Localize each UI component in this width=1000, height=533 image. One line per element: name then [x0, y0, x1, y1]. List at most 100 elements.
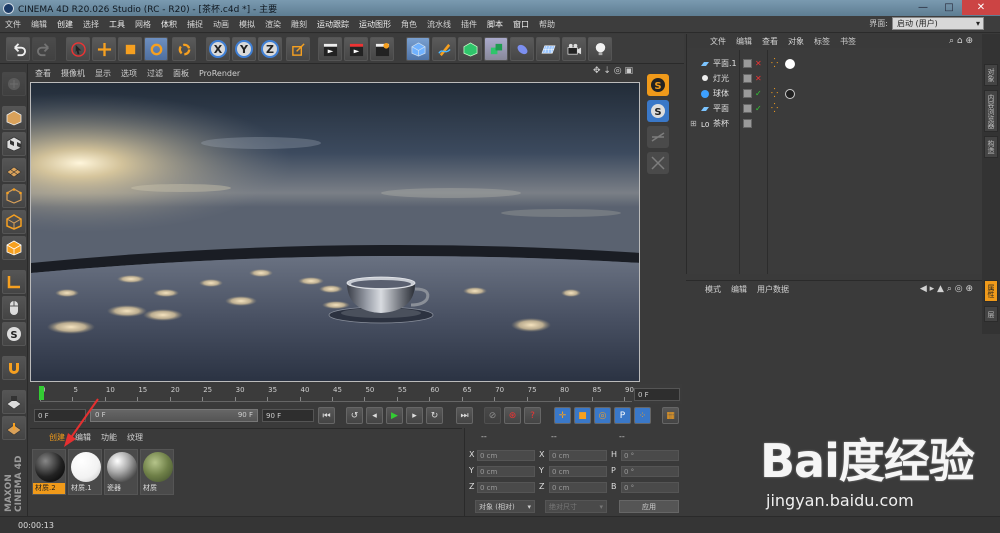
- goto-end-button[interactable]: ⏭: [456, 407, 473, 424]
- object-row-light[interactable]: 灯光 ✕: [687, 71, 983, 86]
- position-z-field[interactable]: 0 cm: [477, 482, 535, 493]
- workplane-button[interactable]: [2, 158, 26, 182]
- object-row-plane[interactable]: 平面 ✓ ⁛: [687, 101, 983, 116]
- size-x-field[interactable]: 0 cm: [549, 450, 607, 461]
- obj-menu-file[interactable]: 文件: [705, 36, 731, 47]
- object-row-sphere[interactable]: 球体 ✓ ⁛: [687, 86, 983, 101]
- expand-icon[interactable]: ⊞: [690, 119, 697, 128]
- array-button[interactable]: [484, 37, 508, 61]
- phong-tag-icon[interactable]: ⁛: [771, 59, 778, 69]
- key-pla-button[interactable]: ⁘: [634, 407, 651, 424]
- subdivision-button[interactable]: [458, 37, 482, 61]
- menu-sculpt[interactable]: 雕刻: [286, 19, 312, 30]
- side-tab-attributes[interactable]: 属性: [984, 280, 998, 302]
- snap-settings-button[interactable]: S: [647, 100, 669, 122]
- magnet-button[interactable]: [2, 356, 26, 380]
- layer-box[interactable]: [743, 74, 752, 83]
- autokey-button[interactable]: ⊛: [504, 407, 521, 424]
- position-y-field[interactable]: 0 cm: [477, 466, 535, 477]
- attr-nav-icons[interactable]: ◀ ▸ ▲ ⌕ ◎ ⊕: [915, 284, 978, 294]
- frame-range-slider[interactable]: 0 F 90 F: [90, 409, 258, 422]
- material-swatch[interactable]: 材质.2: [32, 449, 66, 495]
- view-menu-options[interactable]: 选项: [116, 68, 142, 79]
- rotation-h-field[interactable]: 0 °: [621, 450, 679, 461]
- material-tag-icon[interactable]: [785, 89, 795, 99]
- next-key-button[interactable]: ↻: [426, 407, 443, 424]
- points-mode-button[interactable]: [2, 184, 26, 208]
- rotation-p-field[interactable]: 0 °: [621, 466, 679, 477]
- coordinate-system-button[interactable]: [286, 37, 310, 61]
- material-swatch[interactable]: 材质: [140, 449, 174, 495]
- coord-mode-select[interactable]: 对象 (相对) ▾: [475, 500, 535, 513]
- keyframe-selection-button[interactable]: ?: [524, 407, 541, 424]
- obj-menu-bookmarks[interactable]: 书签: [835, 36, 861, 47]
- obj-menu-view[interactable]: 查看: [757, 36, 783, 47]
- end-frame-field[interactable]: 90 F: [262, 409, 314, 422]
- coord-size-select[interactable]: 绝对尺寸 ▾: [545, 500, 607, 513]
- render-settings-button[interactable]: [370, 37, 394, 61]
- menu-motion-tracking[interactable]: 运动跟踪: [312, 19, 354, 30]
- menu-snap[interactable]: 捕捉: [182, 19, 208, 30]
- menu-plugins[interactable]: 插件: [456, 19, 482, 30]
- close-button[interactable]: ✕: [962, 0, 1000, 15]
- z-axis-lock-button[interactable]: Z: [258, 37, 282, 61]
- menu-render[interactable]: 渲染: [260, 19, 286, 30]
- view-menu-display[interactable]: 显示: [90, 68, 116, 79]
- scale-tool-button[interactable]: [118, 37, 142, 61]
- key-scale-button[interactable]: ■: [574, 407, 591, 424]
- maximize-button[interactable]: □: [936, 0, 962, 15]
- size-z-field[interactable]: 0 cm: [549, 482, 607, 493]
- view-menu-panel[interactable]: 面板: [168, 68, 194, 79]
- record-keys-button[interactable]: ⊘: [484, 407, 501, 424]
- undo-button[interactable]: [6, 37, 30, 61]
- material-tag-icon[interactable]: [785, 59, 795, 69]
- menu-volume[interactable]: 体积: [156, 19, 182, 30]
- menu-edit[interactable]: 编辑: [26, 19, 52, 30]
- move-tool-button[interactable]: [92, 37, 116, 61]
- menu-file[interactable]: 文件: [0, 19, 26, 30]
- key-rotation-button[interactable]: ◎: [594, 407, 611, 424]
- menu-pipeline[interactable]: 流水线: [422, 19, 456, 30]
- make-editable-button[interactable]: [2, 72, 26, 96]
- menu-character[interactable]: 角色: [396, 19, 422, 30]
- edges-mode-button[interactable]: [2, 210, 26, 234]
- quantize-button[interactable]: [647, 126, 669, 148]
- x-axis-lock-button[interactable]: X: [206, 37, 230, 61]
- texture-mode-button[interactable]: [2, 132, 26, 156]
- select-tool-button[interactable]: [66, 37, 90, 61]
- layer-box[interactable]: [743, 59, 752, 68]
- visibility-on-icon[interactable]: ✓: [755, 89, 762, 98]
- phong-tag-icon[interactable]: ⁛: [771, 104, 778, 114]
- y-axis-lock-button[interactable]: Y: [232, 37, 256, 61]
- timeline[interactable]: 051015202530354045505560657075808590 0 F: [30, 384, 682, 404]
- attr-menu-edit[interactable]: 编辑: [726, 284, 752, 295]
- current-frame-field[interactable]: 0 F: [634, 388, 680, 401]
- light-button[interactable]: [588, 37, 612, 61]
- menu-select[interactable]: 选择: [78, 19, 104, 30]
- snap-button[interactable]: S: [2, 322, 26, 346]
- object-row-plane1[interactable]: 平面.1 ✕ ⁛: [687, 56, 983, 71]
- guides-button[interactable]: [647, 152, 669, 174]
- deformer-button[interactable]: [510, 37, 534, 61]
- layer-box[interactable]: [743, 119, 752, 128]
- obj-menu-edit[interactable]: 编辑: [731, 36, 757, 47]
- polygons-mode-button[interactable]: [2, 236, 26, 260]
- timeline-window-button[interactable]: ▦: [662, 407, 679, 424]
- snap-toggle-button[interactable]: S: [647, 74, 669, 96]
- minimize-button[interactable]: —: [910, 0, 936, 15]
- key-position-button[interactable]: ✛: [554, 407, 571, 424]
- material-swatch[interactable]: 瓷器: [104, 449, 138, 495]
- visibility-off-icon[interactable]: ✕: [755, 59, 762, 68]
- layout-dropdown[interactable]: 启动 (用户) ▾: [892, 17, 984, 30]
- viewport-nav-icons[interactable]: ✥ ⇣ ◎ ▣: [588, 66, 638, 76]
- phong-tag-icon[interactable]: ⁛: [771, 89, 778, 99]
- prev-frame-button[interactable]: ◂: [366, 407, 383, 424]
- timeline-ruler[interactable]: 051015202530354045505560657075808590: [40, 386, 634, 402]
- layer-box[interactable]: [743, 104, 752, 113]
- object-search-icon[interactable]: ⌕ ⌂ ⊕: [944, 36, 978, 46]
- attr-menu-userdata[interactable]: 用户数据: [752, 284, 794, 295]
- obj-menu-objects[interactable]: 对象: [783, 36, 809, 47]
- position-x-field[interactable]: 0 cm: [477, 450, 535, 461]
- menu-script[interactable]: 脚本: [482, 19, 508, 30]
- 3d-viewport[interactable]: [30, 82, 640, 382]
